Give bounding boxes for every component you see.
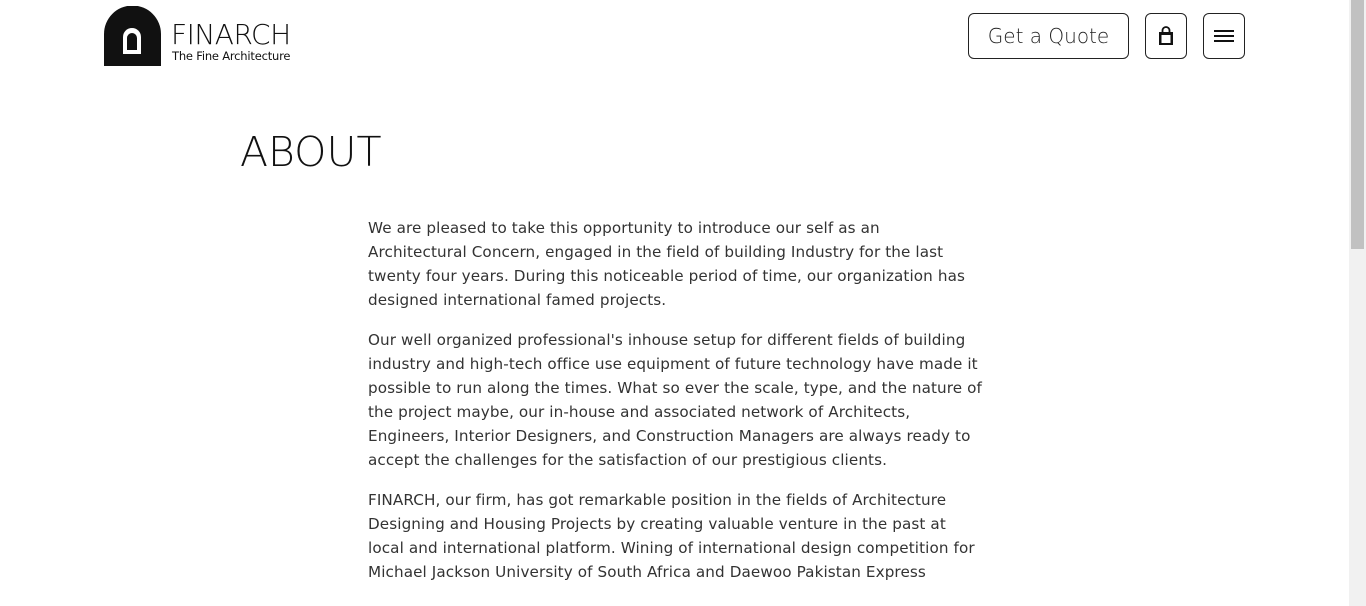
arch-logo-icon	[104, 6, 161, 66]
cart-button[interactable]	[1145, 13, 1187, 59]
about-paragraph: FINARCH, our firm, has got remarkable po…	[368, 491, 975, 581]
page-title: ABOUT	[240, 128, 382, 176]
logo-text: FINARCH The Fine Architecture	[171, 6, 291, 63]
logo-name: FINARCH	[171, 18, 291, 51]
logo-link[interactable]: FINARCH The Fine Architecture	[104, 6, 291, 66]
vertical-scrollbar[interactable]	[1349, 0, 1366, 606]
shopping-bag-icon	[1159, 26, 1173, 45]
hamburger-menu-icon	[1214, 30, 1234, 42]
menu-button[interactable]	[1203, 13, 1245, 59]
logo-tagline: The Fine Architecture	[172, 49, 291, 63]
scrollbar-thumb[interactable]	[1351, 0, 1364, 249]
about-paragraph: Our well organized professional's inhous…	[368, 331, 982, 469]
about-body: We are pleased to take this opportunity …	[368, 216, 983, 600]
get-a-quote-button[interactable]: Get a Quote	[968, 13, 1129, 59]
page: FINARCH The Fine Architecture Get a Quot…	[0, 0, 1349, 606]
about-paragraph: We are pleased to take this opportunity …	[368, 219, 965, 309]
